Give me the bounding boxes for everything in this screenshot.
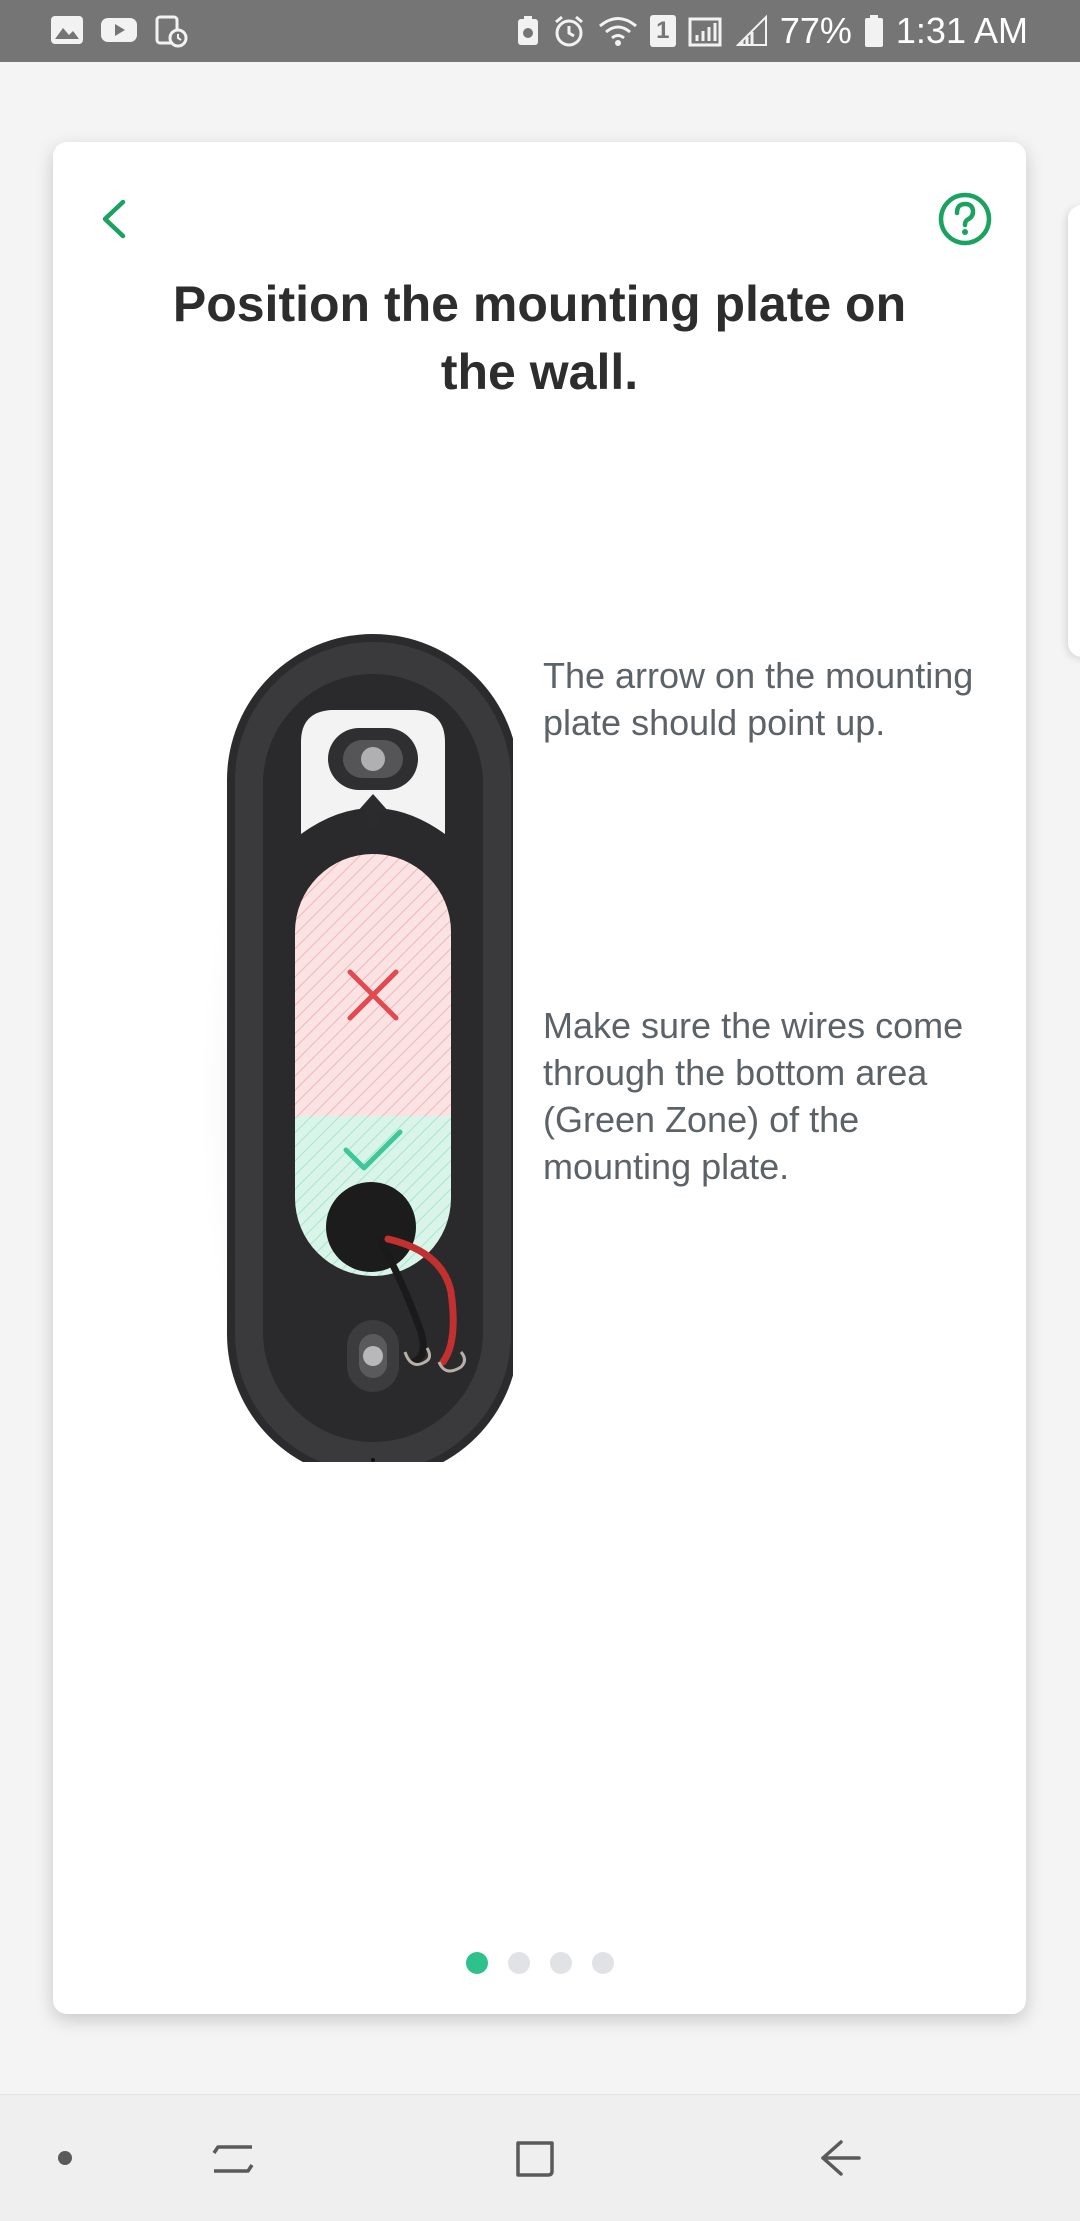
recent-apps-icon xyxy=(212,2145,254,2173)
dot-icon xyxy=(58,2151,72,2165)
page-title: Position the mounting plate on the wall. xyxy=(172,276,907,400)
mounting-plate-illustration xyxy=(198,634,513,1462)
page-dot-1[interactable] xyxy=(465,1952,488,1974)
battery-saver-icon xyxy=(517,16,538,45)
page-dot-2[interactable] xyxy=(507,1952,530,1974)
status-bar: 1 77% 1:31 AM xyxy=(0,0,1080,62)
recent-apps-button[interactable] xyxy=(200,2095,266,2221)
back-nav-button[interactable] xyxy=(805,2095,875,2221)
gallery-icon xyxy=(51,16,83,44)
setup-step-card: Position the mounting plate on the wall. xyxy=(53,142,1026,2014)
notification-icons xyxy=(50,14,188,48)
signal-sim1-icon xyxy=(688,17,722,47)
home-button[interactable] xyxy=(500,2095,570,2221)
help-button[interactable] xyxy=(938,192,992,246)
page-dot-3[interactable] xyxy=(549,1952,572,1974)
wifi-icon xyxy=(598,17,637,46)
screenshot-notification-icon xyxy=(155,15,188,48)
back-arrow-icon xyxy=(821,2140,861,2176)
page-indicator xyxy=(53,1952,1026,1974)
chevron-left-icon xyxy=(102,199,126,239)
battery-percent: 77% xyxy=(779,10,852,51)
instruction-wires: Make sure the wires come through the bot… xyxy=(543,1005,964,1187)
system-navigation-bar xyxy=(0,2094,1080,2221)
home-icon xyxy=(516,2141,554,2177)
youtube-icon xyxy=(101,18,137,42)
signal-sim2-icon xyxy=(735,15,767,46)
alarm-icon xyxy=(554,15,583,47)
battery-icon xyxy=(864,15,883,47)
next-card-peek[interactable] xyxy=(1068,205,1080,657)
question-circle-icon xyxy=(938,192,992,246)
clock: 1:31 AM xyxy=(895,10,1028,51)
instruction-arrow: The arrow on the mounting plate should p… xyxy=(543,655,974,743)
status-icons: 1 77% 1:31 AM xyxy=(516,10,1028,52)
nav-dot-button[interactable] xyxy=(40,2095,90,2221)
back-button[interactable] xyxy=(91,194,141,244)
page-dot-4[interactable] xyxy=(591,1952,614,1974)
sim-slot-badge: 1 xyxy=(649,15,676,47)
